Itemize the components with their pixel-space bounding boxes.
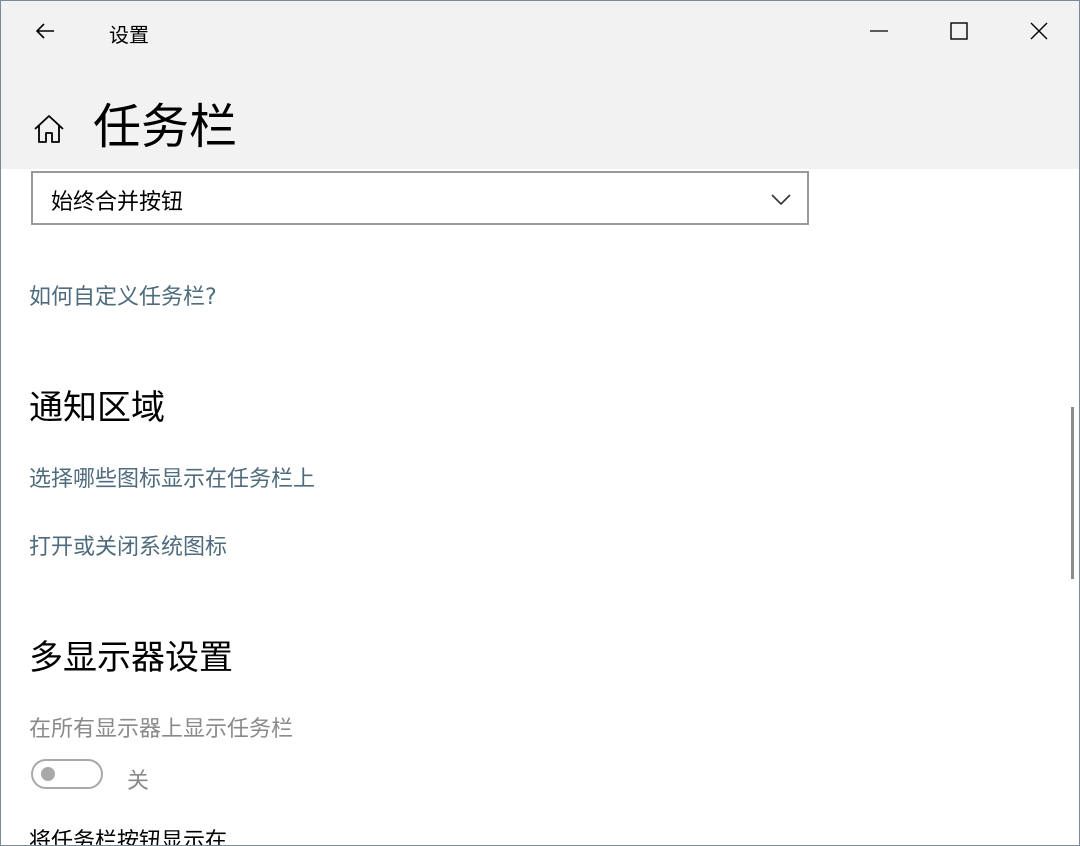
- notification-area-heading: 通知区域: [29, 388, 165, 428]
- show-on-all-displays-label: 在所有显示器上显示任务栏: [29, 717, 294, 742]
- app-title: 设置: [109, 23, 149, 47]
- page-title: 任务栏: [93, 99, 238, 155]
- customize-taskbar-link[interactable]: 如何自定义任务栏?: [29, 279, 217, 311]
- chevron-down-icon: [771, 194, 791, 206]
- system-icons-link[interactable]: 打开或关闭系统图标: [29, 529, 227, 561]
- combine-buttons-dropdown[interactable]: 始终合并按钮: [31, 171, 809, 225]
- dropdown-selected-value: 始终合并按钮: [51, 190, 184, 215]
- maximize-icon: [950, 22, 968, 40]
- back-button[interactable]: [17, 9, 73, 53]
- settings-window: 设置 任务栏 始终合并按钮 如何自定义任务栏? 通知区域 选择哪些图标显示在任务…: [0, 0, 1080, 846]
- arrow-left-icon: [35, 23, 54, 39]
- home-button[interactable]: [27, 107, 71, 151]
- maximize-button[interactable]: [919, 1, 999, 61]
- multi-display-heading: 多显示器设置: [29, 638, 233, 678]
- toggle-state-label: 关: [127, 769, 150, 794]
- minimize-button[interactable]: [839, 1, 919, 61]
- close-icon: [1030, 22, 1048, 40]
- vertical-scrollbar[interactable]: [1071, 407, 1074, 579]
- title-bar: 设置 任务栏: [1, 1, 1079, 169]
- show-on-all-displays-toggle[interactable]: [31, 759, 103, 789]
- minimize-icon: [870, 30, 888, 32]
- close-button[interactable]: [999, 1, 1079, 61]
- home-icon: [34, 115, 64, 143]
- show-buttons-on-label: 将任务栏按钮显示在: [29, 829, 228, 846]
- select-icons-link[interactable]: 选择哪些图标显示在任务栏上: [29, 461, 315, 493]
- toggle-knob: [41, 767, 55, 781]
